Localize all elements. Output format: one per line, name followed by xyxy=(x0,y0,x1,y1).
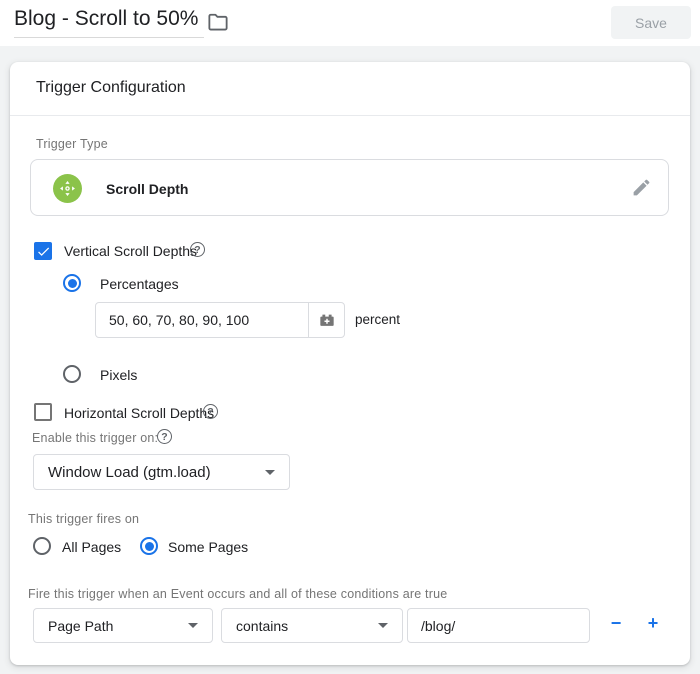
folder-icon[interactable] xyxy=(206,12,230,34)
trigger-type-value: Scroll Depth xyxy=(106,181,188,197)
vertical-help-icon[interactable]: ? xyxy=(190,242,205,257)
percentages-input[interactable] xyxy=(96,303,308,337)
condition-variable-dropdown[interactable]: Page Path xyxy=(33,608,213,643)
horizontal-scroll-checkbox[interactable] xyxy=(34,403,52,421)
condition-variable-value: Page Path xyxy=(34,618,113,634)
top-bar: Blog - Scroll to 50% Save xyxy=(0,0,700,46)
condition-value-input[interactable] xyxy=(407,608,590,643)
checkmark-icon xyxy=(36,244,51,259)
condition-operator-dropdown[interactable]: contains xyxy=(221,608,403,643)
variable-picker-icon[interactable] xyxy=(308,303,344,337)
percentages-radio[interactable] xyxy=(63,274,81,292)
trigger-type-card[interactable]: Scroll Depth xyxy=(30,159,669,216)
percentages-label: Percentages xyxy=(100,276,179,292)
enable-on-help-icon[interactable]: ? xyxy=(157,429,172,444)
vertical-scroll-label: Vertical Scroll Depths xyxy=(64,243,197,259)
trigger-configuration-panel: Trigger Configuration Trigger Type Scrol… xyxy=(10,62,690,665)
remove-condition-button[interactable]: − xyxy=(604,613,628,634)
enable-on-value: Window Load (gtm.load) xyxy=(34,464,211,481)
fires-on-label: This trigger fires on xyxy=(28,512,139,526)
horizontal-scroll-label: Horizontal Scroll Depths xyxy=(64,405,214,421)
all-pages-label: All Pages xyxy=(62,539,121,555)
edit-pencil-icon[interactable] xyxy=(630,177,652,199)
gtm-trigger-editor: Blog - Scroll to 50% Save Trigger Config… xyxy=(0,0,700,674)
panel-divider xyxy=(10,115,690,116)
some-pages-radio[interactable] xyxy=(140,537,158,555)
enable-on-dropdown[interactable]: Window Load (gtm.load) xyxy=(33,454,290,490)
trigger-name-field[interactable]: Blog - Scroll to 50% xyxy=(14,7,204,38)
horizontal-help-icon[interactable]: ? xyxy=(203,404,218,419)
add-condition-button[interactable]: + xyxy=(641,613,665,634)
chevron-down-icon xyxy=(265,470,275,475)
trigger-type-label: Trigger Type xyxy=(36,137,108,151)
scroll-depth-icon xyxy=(53,174,82,203)
pixels-label: Pixels xyxy=(100,367,137,383)
save-button[interactable]: Save xyxy=(611,6,691,39)
all-pages-radio[interactable] xyxy=(33,537,51,555)
percentages-field xyxy=(95,302,345,338)
condition-operator-value: contains xyxy=(222,618,288,634)
pixels-radio[interactable] xyxy=(63,365,81,383)
enable-on-label: Enable this trigger on: xyxy=(32,431,158,445)
percent-unit-label: percent xyxy=(355,312,400,327)
some-pages-label: Some Pages xyxy=(168,539,248,555)
conditions-label: Fire this trigger when an Event occurs a… xyxy=(28,587,447,601)
vertical-scroll-checkbox[interactable] xyxy=(34,242,52,260)
chevron-down-icon xyxy=(378,623,388,628)
chevron-down-icon xyxy=(188,623,198,628)
panel-title: Trigger Configuration xyxy=(36,79,186,97)
